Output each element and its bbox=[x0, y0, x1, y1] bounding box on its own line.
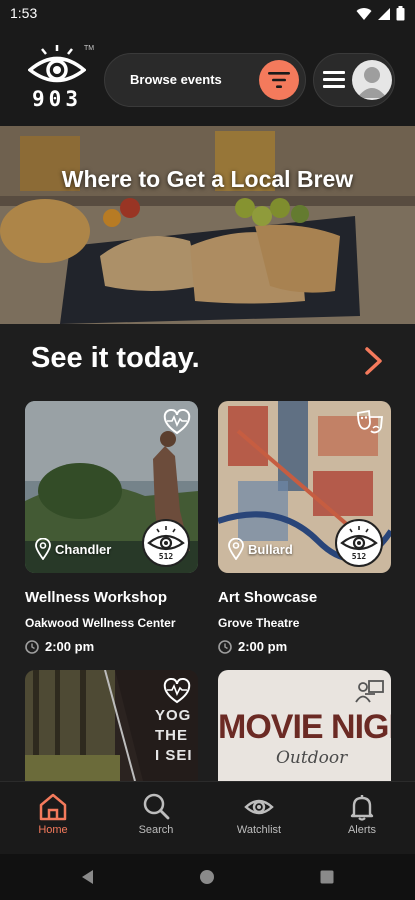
browse-events-label: Browse events bbox=[130, 72, 222, 87]
hero-banner[interactable]: Where to Get a Local Brew bbox=[0, 126, 415, 324]
status-bar: 1:53 bbox=[0, 0, 415, 28]
hero-title: Where to Get a Local Brew bbox=[61, 166, 354, 192]
watchlist-badge[interactable]: 512 bbox=[142, 519, 190, 567]
event-card-movie[interactable]: MOVIE NIGHT Outdoor bbox=[218, 670, 391, 781]
hero-image bbox=[0, 126, 415, 324]
app-logo[interactable]: TM 903 bbox=[28, 45, 95, 111]
theater-masks-icon[interactable] bbox=[355, 409, 385, 435]
badge-number: 512 bbox=[158, 552, 174, 561]
event-location: Chandler bbox=[35, 538, 111, 560]
recents-icon[interactable] bbox=[319, 869, 335, 885]
nav-alerts-label: Alerts bbox=[347, 824, 377, 836]
nav-search-label: Search bbox=[138, 824, 174, 836]
watchlist-badge[interactable]: 512 bbox=[335, 519, 383, 567]
app-header: TM 903 Browse events bbox=[0, 28, 415, 126]
nav-watchlist-label: Watchlist bbox=[236, 824, 282, 836]
avatar bbox=[352, 60, 392, 100]
trademark-mark: TM bbox=[84, 45, 95, 52]
wifi-icon bbox=[356, 7, 372, 20]
clock-icon bbox=[218, 639, 232, 654]
event-venue: Oakwood Wellness Center bbox=[25, 616, 176, 630]
battery-icon bbox=[396, 6, 405, 21]
event-partial-text: YOG THE I SEI bbox=[155, 707, 193, 764]
home-circle-icon[interactable] bbox=[199, 869, 215, 885]
eye-icon bbox=[340, 526, 378, 551]
event-time-label: 2:00 pm bbox=[238, 639, 288, 654]
account-menu-button[interactable] bbox=[313, 53, 395, 107]
eye-logo-icon bbox=[28, 45, 86, 83]
nav-watchlist[interactable]: Watchlist bbox=[219, 792, 299, 836]
event-time: 2:00 pm bbox=[25, 639, 94, 654]
heart-pulse-icon[interactable] bbox=[162, 409, 192, 435]
event-card-wellness[interactable]: Chandler 512 bbox=[25, 401, 198, 573]
browse-events-button[interactable]: Browse events bbox=[104, 53, 306, 107]
nav-home-label: Home bbox=[38, 824, 68, 836]
section-header: See it today. bbox=[0, 324, 415, 400]
event-title[interactable]: Wellness Workshop bbox=[25, 589, 167, 606]
event-location-label: Chandler bbox=[55, 541, 112, 557]
hamburger-menu-icon bbox=[323, 71, 345, 89]
filter-button[interactable] bbox=[259, 60, 299, 100]
heart-pulse-icon[interactable] bbox=[162, 678, 192, 704]
event-time-label: 2:00 pm bbox=[45, 639, 95, 654]
user-icon bbox=[357, 67, 387, 98]
bell-icon bbox=[350, 795, 374, 821]
event-card-art[interactable]: Bullard 512 bbox=[218, 401, 391, 573]
event-venue: Grove Theatre bbox=[218, 616, 300, 630]
chevron-right-icon[interactable] bbox=[362, 346, 386, 376]
signal-icon bbox=[378, 7, 390, 20]
status-icons bbox=[356, 6, 405, 21]
event-partial-title: MOVIE NIGHT bbox=[218, 708, 391, 746]
nav-home[interactable]: Home bbox=[13, 792, 93, 836]
event-time: 2:00 pm bbox=[218, 639, 287, 654]
system-navigation-bar bbox=[0, 854, 415, 900]
nav-search[interactable]: Search bbox=[116, 792, 196, 836]
logo-text: 903 bbox=[32, 87, 82, 111]
back-icon[interactable] bbox=[80, 869, 96, 885]
presenter-icon[interactable] bbox=[355, 678, 385, 704]
event-location: Bullard bbox=[228, 538, 293, 560]
nav-alerts[interactable]: Alerts bbox=[322, 792, 402, 836]
bottom-navigation: Home Search Watchlist Alerts bbox=[0, 781, 415, 854]
clock-icon bbox=[25, 639, 39, 654]
eye-icon bbox=[244, 799, 274, 815]
search-icon bbox=[143, 793, 170, 820]
section-title: See it today. bbox=[31, 342, 200, 374]
home-icon bbox=[39, 793, 67, 821]
map-pin-icon bbox=[228, 538, 244, 560]
status-time: 1:53 bbox=[10, 5, 38, 21]
eye-icon bbox=[147, 526, 185, 551]
event-title[interactable]: Art Showcase bbox=[218, 589, 317, 606]
event-partial-subtitle: Outdoor bbox=[276, 748, 348, 768]
filter-icon bbox=[268, 72, 290, 88]
event-card-yoga[interactable]: YOG THE I SEI bbox=[25, 670, 198, 781]
event-location-label: Bullard bbox=[248, 541, 293, 557]
badge-number: 512 bbox=[351, 552, 367, 561]
map-pin-icon bbox=[35, 538, 51, 560]
